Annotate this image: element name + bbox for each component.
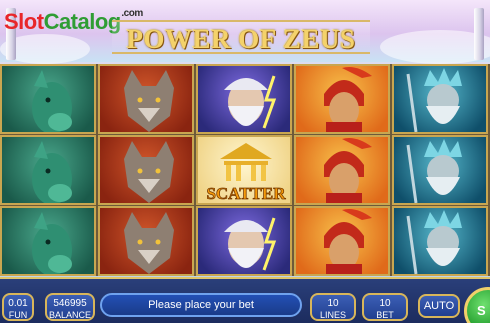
reel-symbol-poseidon — [392, 64, 488, 134]
top-banner: SlotCatalog .com POWER OF ZEUS — [0, 0, 490, 64]
reel-symbol-poseidon — [392, 206, 488, 276]
reels-area: SCATTER — [0, 64, 490, 276]
scatter-label: SCATTER — [206, 184, 286, 203]
site-logo: SlotCatalog .com — [4, 8, 143, 36]
reel-symbol-zeus — [196, 206, 292, 276]
reel-symbol-horse — [0, 206, 96, 276]
bet-button[interactable]: 10 BET — [362, 293, 408, 321]
lines-value: 10 — [327, 298, 339, 309]
bet-label: BET — [376, 310, 394, 320]
reel-symbol-horse — [0, 135, 96, 205]
reel-symbol-scatter: SCATTER — [196, 135, 292, 205]
reel-symbol-spartan — [294, 206, 390, 276]
reel-symbol-spartan — [294, 135, 390, 205]
balance-value: 546995 — [53, 298, 87, 309]
coin-value: 0.01 — [8, 298, 28, 309]
coin-value-button[interactable]: 0.01 FUN — [2, 293, 34, 321]
game-title-banner: POWER OF ZEUS — [112, 20, 370, 54]
game-title: POWER OF ZEUS — [126, 24, 356, 54]
lines-button[interactable]: 10 LINES — [310, 293, 356, 321]
reel-symbol-horse — [0, 64, 96, 134]
reel-symbol-poseidon — [392, 135, 488, 205]
spin-button[interactable]: S — [464, 287, 490, 323]
reel-symbol-wolf — [98, 135, 194, 205]
status-message: Please place your bet — [100, 293, 302, 317]
control-bar: 0.01 FUN 546995 BALANCE Please place you… — [0, 277, 490, 323]
site-logo-catalog: Catalog — [43, 9, 122, 34]
reel-symbol-wolf — [98, 206, 194, 276]
coin-label: FUN — [8, 310, 28, 320]
balance-display: 546995 BALANCE — [45, 293, 95, 321]
lines-label: LINES — [319, 310, 346, 320]
reel-symbol-spartan — [294, 64, 390, 134]
balance-label: BALANCE — [48, 310, 92, 320]
bet-value: 10 — [379, 298, 391, 309]
pillar-decoration — [474, 8, 484, 60]
reel-symbol-wolf — [98, 64, 194, 134]
auto-button[interactable]: AUTO — [418, 294, 460, 318]
site-logo-slot: Slot — [4, 9, 44, 34]
reel-symbol-zeus — [196, 64, 292, 134]
